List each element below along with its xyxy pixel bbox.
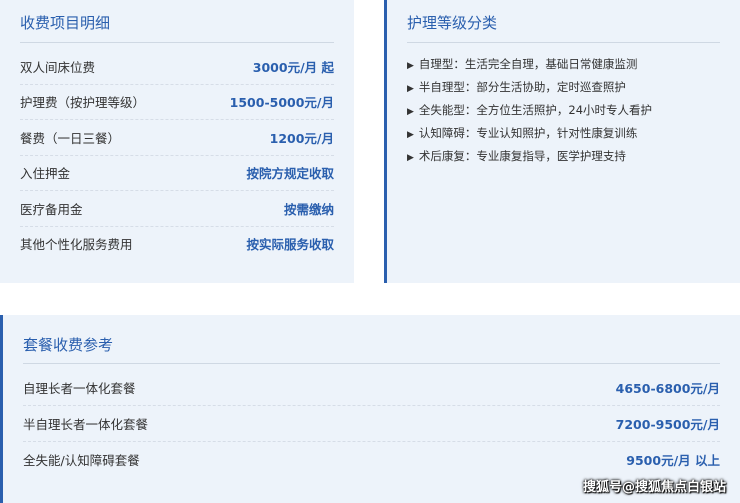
fee-value: 按需缴纳 [283,201,334,217]
fee-label: 医疗备用金 [20,201,83,217]
fee-value: 1500-5000元/月 [229,95,334,111]
care-level-text: 认知障碍：专业认知照护，针对性康复训练 [418,126,638,140]
fee-row: 双人间床位费 3000元/月 起 [20,49,334,85]
care-level-text: 半自理型：部分生活协助，定时巡查照护 [418,80,626,94]
package-fees-title: 套餐收费参考 [23,315,720,364]
fee-value: 1200元/月 [269,130,334,146]
package-row: 半自理长者一体化套餐 7200-9500元/月 [23,406,720,442]
fee-value: 按院方规定收取 [246,166,334,182]
fee-value: 3000元/月 起 [252,59,334,75]
care-level-item: ▶ 自理型：生活完全自理，基础日常健康监测 [407,53,720,76]
care-level-item: ▶ 半自理型：部分生活协助，定时巡查照护 [407,76,720,99]
fee-value: 按实际服务收取 [246,237,334,253]
fee-row: 护理费（按护理等级） 1500-5000元/月 [20,85,334,120]
package-fees-panel: 套餐收费参考 自理长者一体化套餐 4650-6800元/月 半自理长者一体化套餐… [0,315,740,503]
fee-details-panel: 收费项目明细 双人间床位费 3000元/月 起 护理费（按护理等级） 1500-… [0,0,354,283]
package-value: 4650-6800元/月 [615,381,720,396]
fee-list: 双人间床位费 3000元/月 起 护理费（按护理等级） 1500-5000元/月… [20,49,334,261]
triangle-bullet-icon: ▶ [407,61,414,71]
fee-label: 双人间床位费 [20,59,96,75]
fee-label: 餐费（一日三餐） [20,130,121,146]
triangle-bullet-icon: ▶ [407,130,414,140]
triangle-bullet-icon: ▶ [407,107,414,117]
package-list: 自理长者一体化套餐 4650-6800元/月 半自理长者一体化套餐 7200-9… [23,370,720,477]
package-label: 全失能/认知障碍套餐 [23,453,140,468]
fee-row: 入住押金 按院方规定收取 [20,156,334,191]
package-label: 自理长者一体化套餐 [23,381,136,396]
package-row: 自理长者一体化套餐 4650-6800元/月 [23,370,720,406]
care-level-text: 术后康复：专业康复指导，医学护理支持 [418,149,626,163]
package-row: 全失能/认知障碍套餐 9500元/月 以上 [23,442,720,477]
care-level-item: ▶ 术后康复：专业康复指导，医学护理支持 [407,145,720,168]
care-level-text: 自理型：生活完全自理，基础日常健康监测 [418,57,638,71]
package-value: 7200-9500元/月 [615,417,720,432]
fee-row: 其他个性化服务费用 按实际服务收取 [20,227,334,262]
care-level-list: ▶ 自理型：生活完全自理，基础日常健康监测 ▶ 半自理型：部分生活协助，定时巡查照护… [407,53,720,168]
package-value: 9500元/月 以上 [626,453,720,468]
fee-row: 医疗备用金 按需缴纳 [20,191,334,227]
care-level-item: ▶ 认知障碍：专业认知照护，针对性康复训练 [407,122,720,145]
care-level-text: 全失能型：全方位生活照护，24小时专人看护 [418,103,653,117]
fee-label: 其他个性化服务费用 [20,237,133,253]
watermark: 搜狐号@搜狐焦点白银站 [582,480,726,495]
care-level-title: 护理等级分类 [407,0,720,43]
fee-label: 入住押金 [20,166,71,182]
triangle-bullet-icon: ▶ [407,153,414,163]
fee-details-title: 收费项目明细 [20,0,334,43]
care-level-item: ▶ 全失能型：全方位生活照护，24小时专人看护 [407,99,720,122]
triangle-bullet-icon: ▶ [407,84,414,94]
care-level-panel: 护理等级分类 ▶ 自理型：生活完全自理，基础日常健康监测 ▶ 半自理型：部分生活协助… [384,0,740,283]
fee-label: 护理费（按护理等级） [20,95,146,111]
fee-row: 餐费（一日三餐） 1200元/月 [20,120,334,156]
package-label: 半自理长者一体化套餐 [23,417,149,432]
